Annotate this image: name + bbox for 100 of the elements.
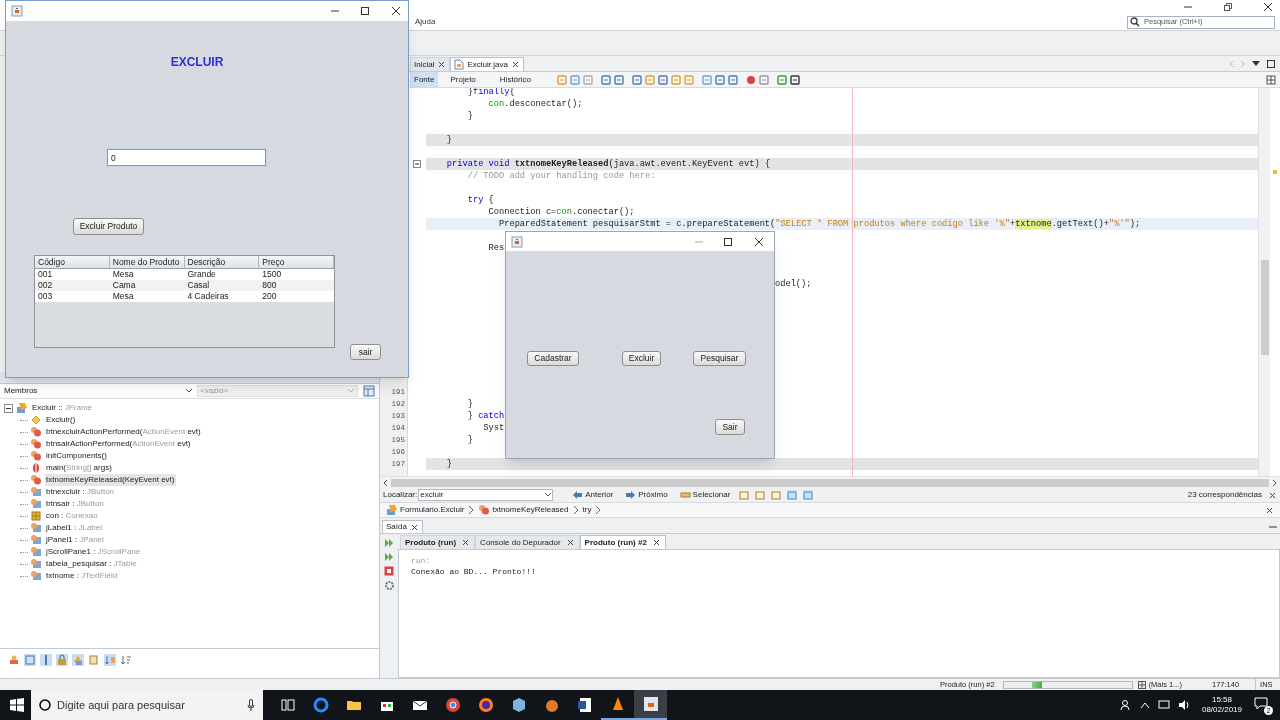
tree-item[interactable]: btnexcluir : JButton: [45, 486, 116, 498]
output-tab[interactable]: Produto (run): [400, 535, 476, 549]
column-header[interactable]: Nome do Produto: [109, 256, 185, 268]
output-tab[interactable]: Produto (run) #2: [579, 535, 666, 549]
network-icon[interactable]: [1157, 700, 1170, 710]
close-icon[interactable]: [565, 538, 575, 547]
table-cell-text: Casal: [186, 280, 211, 291]
close-icon[interactable]: [437, 60, 447, 69]
shape-icon[interactable]: [72, 653, 84, 666]
tree-item[interactable]: btnsair : JButton: [45, 498, 105, 510]
menu-button[interactable]: Pesquisar: [693, 351, 746, 366]
document-icon[interactable]: [576, 697, 593, 713]
tree-item[interactable]: jLabel1 : JLabel: [45, 522, 104, 534]
excluir-produto-button[interactable]: Excluir Produto: [73, 218, 144, 235]
panel-icon[interactable]: [363, 385, 375, 397]
cube-icon[interactable]: [510, 697, 527, 713]
stop-icon[interactable]: [384, 566, 394, 576]
close-icon[interactable]: [1265, 505, 1274, 515]
task-view-icon[interactable]: [279, 697, 296, 713]
restore-icon[interactable]: [1223, 2, 1233, 12]
tree-item[interactable]: txtnome : JTextField: [45, 570, 119, 582]
field-icon: [30, 570, 42, 582]
text-field[interactable]: 0: [107, 149, 266, 166]
browser-icon[interactable]: [444, 697, 461, 713]
page-icon[interactable]: [88, 653, 100, 666]
maximize-icon[interactable]: [360, 6, 370, 16]
tree-item[interactable]: tabela_pesquisar : JTable: [45, 558, 138, 570]
editor-tab[interactable]: Inicial: [410, 57, 451, 71]
tree-item[interactable]: jPanel1 : JPanel: [45, 534, 105, 546]
microphone-icon[interactable]: [247, 699, 255, 711]
tree-item[interactable]: main(String[] args): [45, 462, 113, 474]
view-tab[interactable]: Fonte: [410, 72, 439, 87]
close-icon[interactable]: [461, 538, 471, 547]
close-icon[interactable]: [1263, 2, 1273, 12]
square-icon[interactable]: [24, 653, 36, 666]
close-icon[interactable]: [510, 60, 520, 69]
rerun-icon[interactable]: [383, 552, 395, 562]
tree-item[interactable]: Excluir :: JFrame: [31, 402, 94, 414]
maximize-icon[interactable]: [723, 236, 733, 247]
caret-up-icon[interactable]: [1139, 701, 1150, 709]
collapse-icon[interactable]: [4, 403, 13, 413]
close-icon[interactable]: [409, 522, 419, 532]
column-header[interactable]: Código: [35, 256, 110, 268]
people-icon[interactable]: [1119, 699, 1132, 711]
tree-item[interactable]: btnexcluirActionPerformed(ActionEvent evt): [45, 426, 202, 438]
menu-button[interactable]: Cadastrar: [527, 351, 579, 366]
view-tab[interactable]: Projeto: [438, 72, 488, 87]
find-button[interactable]: Anterior: [569, 489, 617, 501]
tree-item[interactable]: con : Conexao: [45, 510, 99, 522]
maximize-icon[interactable]: [1266, 59, 1275, 68]
sort-icon[interactable]: [120, 653, 132, 666]
sair-button[interactable]: Sair: [715, 419, 745, 435]
start-icon[interactable]: [10, 698, 24, 712]
split-icon[interactable]: [1266, 74, 1276, 85]
tree-item[interactable]: initComponents(): [45, 450, 108, 462]
caret-icon[interactable]: [1252, 60, 1260, 67]
close-icon[interactable]: [651, 538, 661, 547]
table-cell-text: Grande: [186, 269, 217, 280]
tree-item[interactable]: txtnomeKeyReleased(KeyEvent evt): [45, 474, 176, 486]
option-icon[interactable]: [787, 490, 798, 500]
breadcrumb[interactable]: Formulario.Excluir: [386, 504, 465, 516]
editor-tab[interactable]: Excluir.java: [450, 57, 524, 71]
sort-icon[interactable]: [104, 653, 116, 666]
menu-item[interactable]: Ajuda: [415, 16, 436, 28]
view-tab[interactable]: Histórico: [487, 72, 543, 87]
column-header[interactable]: Descrição: [184, 256, 260, 268]
tree-item[interactable]: btnsairActionPerformed(ActionEvent evt): [45, 438, 192, 450]
toolbar-icon[interactable]: [789, 74, 800, 85]
taskbar-search-field[interactable]: Digite aqui para pesquisar: [31, 690, 263, 720]
close-icon[interactable]: [391, 6, 401, 16]
breadcrumb[interactable]: try: [582, 504, 592, 516]
rerun-icon[interactable]: [383, 538, 395, 548]
scrollbar-thumb[interactable]: [391, 478, 1269, 487]
fold-icon[interactable]: [413, 160, 421, 168]
close-icon[interactable]: [754, 236, 764, 247]
grid-icon[interactable]: [1137, 680, 1146, 689]
browser-icon[interactable]: [477, 697, 494, 713]
bar-icon[interactable]: [40, 653, 52, 666]
sair-button[interactable]: sair: [350, 344, 381, 360]
output-line: run:: [411, 555, 432, 566]
close-icon[interactable]: [1268, 490, 1277, 500]
breadcrumb[interactable]: txtnomeKeyReleased: [478, 504, 569, 516]
tree-item[interactable]: jScrollPane1 : JScrollPane: [45, 546, 142, 558]
column-header[interactable]: Preço: [259, 256, 334, 268]
speaker-icon[interactable]: [1177, 700, 1190, 710]
find-button[interactable]: Próximo: [622, 489, 671, 501]
tree-item[interactable]: Excluir(): [45, 414, 77, 426]
find-field[interactable]: excluir: [418, 489, 554, 501]
lock-icon[interactable]: [56, 653, 68, 666]
find-button[interactable]: Selecionar: [676, 489, 734, 501]
output-tab[interactable]: Console do Depurador: [475, 535, 580, 549]
search-icon: [1130, 17, 1141, 27]
clock[interactable]: 15:58 08/02/2019: [1201, 695, 1242, 715]
field-icon: [30, 534, 42, 546]
browser-icon[interactable]: [312, 697, 329, 713]
panel-tab[interactable]: Saída: [382, 520, 423, 533]
menu-button[interactable]: Excluir: [622, 351, 661, 366]
option-icon[interactable]: [803, 490, 814, 500]
cup-icon[interactable]: [642, 696, 659, 712]
scrollbar-thumb[interactable]: [1261, 260, 1269, 355]
